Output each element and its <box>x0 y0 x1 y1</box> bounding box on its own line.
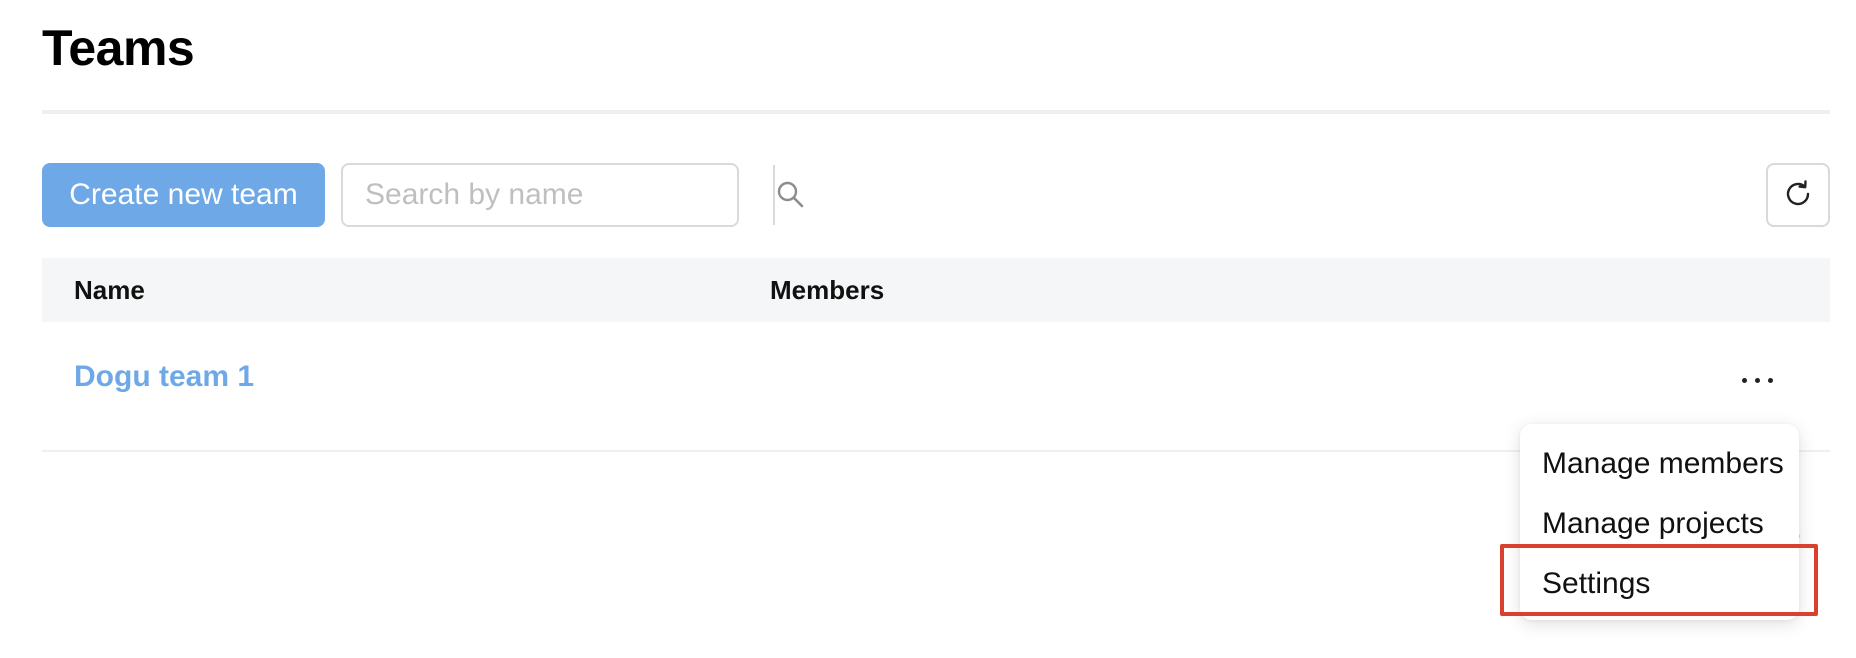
search-button[interactable] <box>773 165 805 225</box>
search-input[interactable] <box>343 165 773 225</box>
refresh-button[interactable] <box>1766 163 1830 227</box>
more-icon-dot <box>1741 377 1747 383</box>
search-icon <box>775 179 805 212</box>
teams-page: Teams Create new team Name Members Dogu … <box>0 0 1856 658</box>
menu-item-manage-members[interactable]: Manage members <box>1520 434 1799 494</box>
team-name-link[interactable]: Dogu team 1 <box>74 360 254 394</box>
page-title: Teams <box>42 20 195 76</box>
column-header-name: Name <box>74 275 145 305</box>
menu-item-manage-projects[interactable]: Manage projects <box>1520 494 1799 554</box>
refresh-icon <box>1781 177 1815 214</box>
create-new-team-button[interactable]: Create new team <box>42 163 325 227</box>
menu-item-settings[interactable]: Settings <box>1520 554 1799 614</box>
more-icon-dot <box>1754 377 1760 383</box>
column-header-members: Members <box>770 275 885 305</box>
row-actions-menu: Manage members Manage projects Settings <box>1520 424 1799 620</box>
more-options-button[interactable] <box>1732 362 1782 398</box>
table-header: Name Members <box>42 258 1830 322</box>
search-group <box>341 163 805 227</box>
more-icon-dot <box>1767 377 1773 383</box>
title-divider <box>42 110 1830 114</box>
